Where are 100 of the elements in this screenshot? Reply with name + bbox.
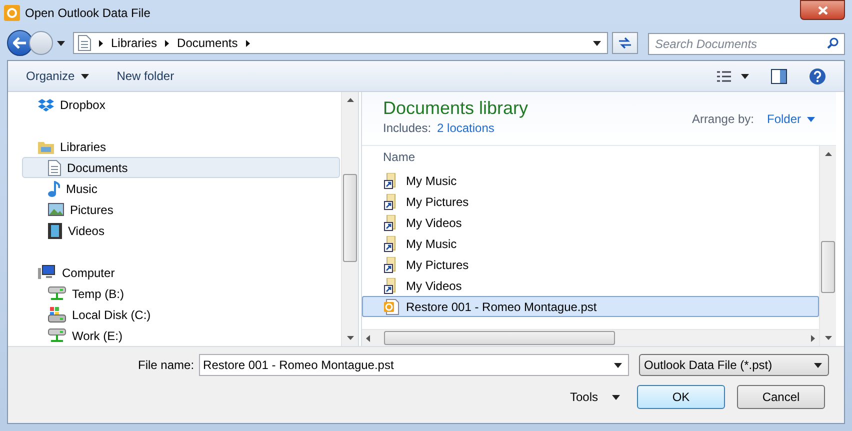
nav-label: Videos [68,222,104,240]
horizontal-scrollbar[interactable] [362,329,819,346]
caret-icon [593,40,601,46]
chevron-icon [246,40,250,46]
scroll-down-icon [346,336,354,340]
file-name-field[interactable]: Restore 001 - Romeo Montague.pst [199,354,630,376]
file-row[interactable]: My Pictures [362,254,819,275]
film-icon [48,222,62,238]
refresh-icon [618,37,632,49]
vertical-scrollbar[interactable] [341,92,358,346]
caret-icon [741,74,749,78]
nav-item[interactable]: Pictures [22,199,340,220]
back-button[interactable] [7,30,33,56]
file-row[interactable]: My Music [362,233,819,254]
nav-label: Dropbox [60,96,106,114]
file-name: My Videos [406,214,462,232]
scroll-down-icon [824,336,832,340]
outlook-icon [4,5,20,21]
file-name-label: File name: [138,357,194,374]
nav-label: Work (E:) [72,328,122,344]
nav-label: Pictures [70,202,114,218]
folder-icon [38,140,54,154]
nav-item[interactable]: Libraries [22,136,340,157]
cancel-button[interactable]: Cancel [737,385,826,409]
nav-item[interactable]: Dropbox [22,94,340,115]
computer-icon [38,265,56,280]
document-icon [78,35,91,51]
scroll-thumb[interactable] [821,241,835,293]
organize-button[interactable]: Organize [26,67,89,85]
dropbox-icon [38,98,54,112]
file-name: My Pictures [406,256,469,274]
document-icon [48,160,61,176]
music-note-icon [48,180,60,196]
nav-item[interactable]: Music [22,178,340,199]
search-icon [827,37,839,49]
includes-label: Includes: [383,120,432,137]
vertical-scrollbar[interactable] [819,146,836,346]
address-bar[interactable]: Libraries Documents [73,32,608,54]
file-type-dropdown[interactable]: Outlook Data File (*.pst) [639,354,830,376]
breadcrumb-item[interactable]: Libraries [111,34,158,52]
list-view-icon [717,70,731,82]
nav-label: Documents [67,160,128,176]
caret-icon [80,74,89,78]
scroll-right-icon [811,334,815,342]
caret-icon [614,362,622,368]
caret-icon [57,40,65,46]
library-title: Documents library [383,97,528,119]
file-name: My Music [406,236,457,252]
breadcrumb-item[interactable]: Documents [177,34,238,52]
outlook-file-icon [384,298,400,314]
name-column-header[interactable]: Name [362,146,819,166]
file-name: Restore 001 - Romeo Montague.pst [406,298,597,316]
scroll-left-icon [366,334,370,342]
nav-label: Local Disk (C:) [72,306,151,324]
scroll-thumb[interactable] [343,174,357,262]
preview-pane-icon[interactable] [771,68,787,84]
file-name: My Music [406,172,457,190]
tools-button[interactable]: Tools [570,388,620,406]
caret-icon [807,116,815,122]
chevron-icon [165,40,170,46]
file-name-value: Restore 001 - Romeo Montague.pst [203,357,394,374]
help-icon[interactable] [809,68,826,84]
picture-icon [48,203,64,216]
nav-item[interactable]: Temp (B:) [22,283,340,304]
scroll-up-icon [346,98,354,102]
locations-link[interactable]: 2 locations [437,119,494,137]
caret-icon [814,362,822,368]
back-arrow-icon [13,37,27,49]
file-row[interactable]: My Music [362,170,819,191]
file-name: My Videos [406,278,462,294]
view-options-button[interactable] [717,70,749,82]
new-folder-button[interactable]: New folder [116,67,174,85]
nav-item[interactable]: Documents [22,157,340,178]
file-row[interactable]: My Videos [362,212,819,233]
arrange-by-dropdown[interactable]: Folder [766,110,815,128]
nav-label: Libraries [60,138,106,156]
scroll-thumb[interactable] [384,331,615,345]
arrange-by-label: Arrange by: [692,111,754,128]
chevron-icon [99,40,103,46]
nav-item[interactable]: Videos [22,220,340,241]
file-row[interactable]: My Videos [362,275,819,296]
close-button[interactable] [800,0,845,20]
file-name: My Pictures [406,194,469,210]
close-icon [818,6,828,14]
nav-label: Temp (B:) [72,286,124,302]
window-title: Open Outlook Data File [25,5,150,22]
nav-item[interactable]: Work (E:) [22,325,340,346]
file-row[interactable]: My Pictures [362,191,819,212]
file-row[interactable]: Restore 001 - Romeo Montague.pst [362,296,819,317]
drive-icon [48,286,66,301]
nav-item[interactable]: Computer [22,262,340,283]
system-drive-icon [48,306,66,322]
scroll-up-icon [824,152,832,156]
search-field[interactable]: Search Documents [648,33,845,55]
refresh-button[interactable] [612,32,638,54]
drive-icon [48,328,66,343]
ok-button[interactable]: OK [637,385,726,409]
nav-item[interactable]: Local Disk (C:) [22,304,340,325]
nav-label: Music [66,180,98,198]
caret-icon [612,394,620,400]
